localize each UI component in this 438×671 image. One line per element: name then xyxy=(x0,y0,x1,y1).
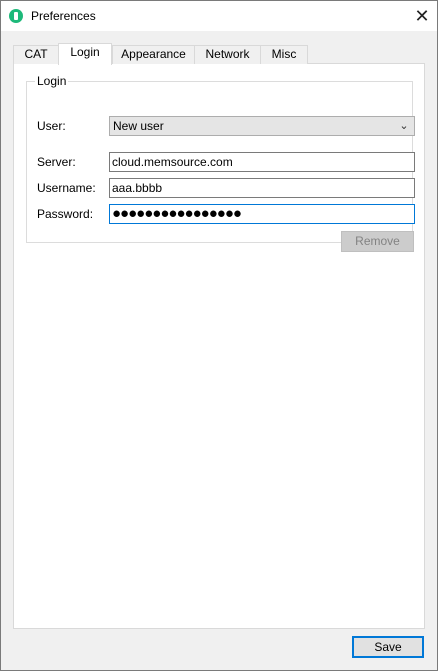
server-field[interactable]: cloud.memsource.com xyxy=(109,152,415,172)
tab-appearance[interactable]: Appearance xyxy=(112,45,195,64)
tab-misc[interactable]: Misc xyxy=(260,45,308,64)
user-dropdown-value: New user xyxy=(113,119,164,133)
login-group-title: Login xyxy=(35,74,69,88)
chevron-down-icon[interactable]: ⌄ xyxy=(397,118,411,134)
app-icon xyxy=(9,9,23,23)
title-bar: Preferences ✕ xyxy=(1,1,437,31)
username-field[interactable]: aaa.bbbb xyxy=(109,178,415,198)
preferences-window: Preferences ✕ Login User: New user ⌄ Ser… xyxy=(0,0,438,671)
user-label: User: xyxy=(37,119,66,133)
login-groupbox: Login User: New user ⌄ Server: cloud.mem… xyxy=(26,74,415,252)
password-label: Password: xyxy=(37,207,94,221)
server-label: Server: xyxy=(37,155,76,169)
tab-network[interactable]: Network xyxy=(194,45,261,64)
username-label: Username: xyxy=(37,181,96,195)
tab-login[interactable]: Login xyxy=(58,43,112,65)
password-field[interactable]: ●●●●●●●●●●●●●●●● xyxy=(109,204,415,224)
remove-button[interactable]: Remove xyxy=(341,231,414,252)
window-title: Preferences xyxy=(31,9,96,23)
user-dropdown[interactable]: New user ⌄ xyxy=(109,116,415,136)
close-icon[interactable]: ✕ xyxy=(407,1,437,31)
login-tab-panel: Login User: New user ⌄ Server: cloud.mem… xyxy=(13,63,425,629)
save-button[interactable]: Save xyxy=(352,636,424,658)
tab-cat[interactable]: CAT xyxy=(13,45,59,64)
